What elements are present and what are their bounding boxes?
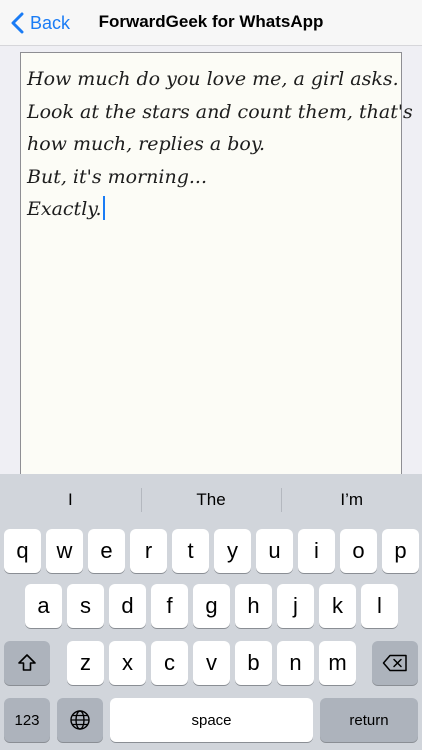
backspace-icon: [382, 654, 407, 672]
key-t[interactable]: t: [172, 529, 209, 573]
key-o[interactable]: o: [340, 529, 377, 573]
globe-icon: [70, 710, 90, 730]
text-line-last: Exactly.: [27, 193, 395, 226]
text-line: Exactly.: [27, 198, 102, 220]
text-line: Look at the stars and count them, that's: [27, 100, 413, 123]
numbers-key[interactable]: 123: [4, 698, 50, 742]
suggestion-3[interactable]: I’m: [281, 474, 422, 526]
suggestion-2[interactable]: The: [140, 474, 282, 526]
key-b[interactable]: b: [235, 641, 272, 685]
key-z[interactable]: z: [67, 641, 104, 685]
key-m[interactable]: m: [319, 641, 356, 685]
key-g[interactable]: g: [193, 584, 230, 628]
key-v[interactable]: v: [193, 641, 230, 685]
page-title: ForwardGeek for WhatsApp: [98, 12, 324, 31]
key-s[interactable]: s: [67, 584, 104, 628]
key-a[interactable]: a: [25, 584, 62, 628]
key-q[interactable]: q: [4, 529, 41, 573]
shift-key[interactable]: [4, 641, 50, 685]
key-h[interactable]: h: [235, 584, 272, 628]
text-line: How much do you love me, a girl asks.: [27, 68, 399, 90]
message-text: How much do you love me, a girl asks. Lo…: [21, 53, 413, 236]
key-x[interactable]: x: [109, 641, 146, 685]
return-key[interactable]: return: [320, 698, 418, 742]
key-u[interactable]: u: [256, 529, 293, 573]
key-f[interactable]: f: [151, 584, 188, 628]
delete-key[interactable]: [372, 641, 418, 685]
shift-icon: [18, 654, 36, 671]
key-i[interactable]: i: [298, 529, 335, 573]
message-text-area[interactable]: How much do you love me, a girl asks. Lo…: [20, 52, 413, 492]
key-p[interactable]: p: [382, 529, 419, 573]
text-line: But, it's morning...: [27, 165, 208, 188]
keyboard: I The I’m q w e r t y u i o p a s d f g …: [0, 474, 422, 750]
text-cursor: [102, 196, 105, 220]
key-r[interactable]: r: [130, 529, 167, 573]
key-l[interactable]: l: [361, 584, 398, 628]
navigation-bar: Back ForwardGeek for WhatsApp: [0, 0, 422, 46]
key-d[interactable]: d: [109, 584, 146, 628]
key-c[interactable]: c: [151, 641, 188, 685]
space-key[interactable]: space: [110, 698, 313, 742]
key-n[interactable]: n: [277, 641, 314, 685]
key-w[interactable]: w: [46, 529, 83, 573]
key-e[interactable]: e: [88, 529, 125, 573]
predictive-bar: I The I’m: [0, 474, 422, 526]
globe-key[interactable]: [57, 698, 103, 742]
key-y[interactable]: y: [214, 529, 251, 573]
suggestion-1[interactable]: I: [0, 474, 141, 526]
key-j[interactable]: j: [277, 584, 314, 628]
text-line: how much, replies a boy.: [27, 133, 266, 155]
key-k[interactable]: k: [319, 584, 356, 628]
